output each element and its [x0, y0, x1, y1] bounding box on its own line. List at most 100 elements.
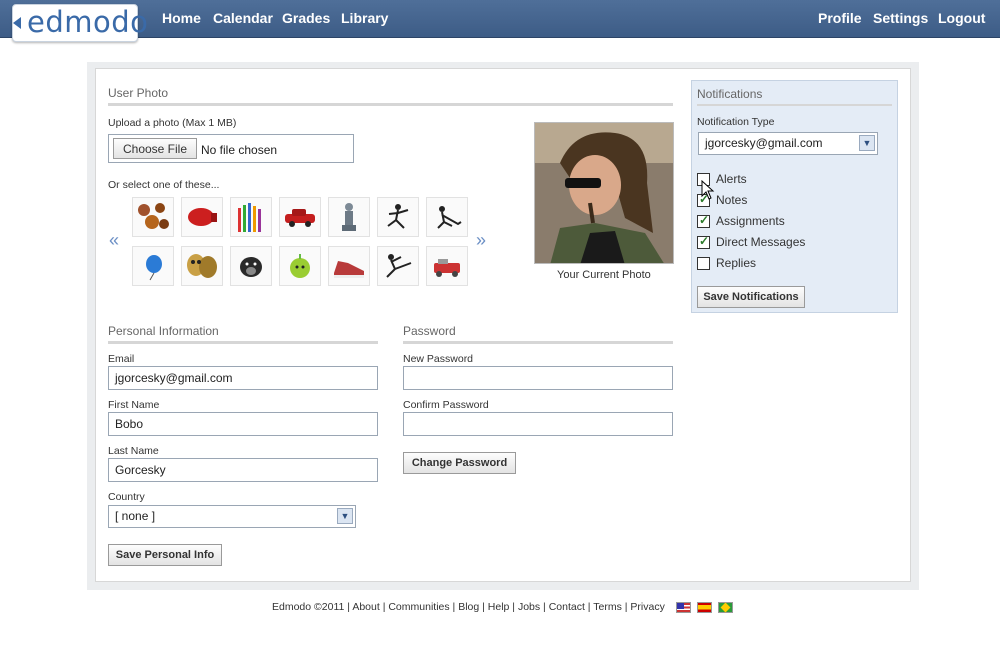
notifications-title: Notifications — [697, 87, 763, 101]
new-password-field[interactable] — [403, 366, 673, 390]
logo-text: edmodo — [27, 5, 149, 39]
dancer-icon — [387, 204, 409, 229]
footer: Edmodo ©2011 | About | Communities | Blo… — [272, 601, 665, 613]
robot-icon — [434, 259, 460, 277]
save-personal-info-button[interactable]: Save Personal Info — [108, 544, 222, 566]
footer-link-terms[interactable]: Terms — [593, 601, 622, 613]
edmodo-logo[interactable]: edmodo — [12, 4, 148, 42]
balloon-icon — [146, 255, 162, 281]
notification-type-value: jgorcesky@gmail.com — [705, 136, 823, 150]
chevron-down-icon[interactable]: ▼ — [337, 508, 353, 524]
footer-link-jobs[interactable]: Jobs — [518, 601, 540, 613]
avatar-karate-icon[interactable] — [377, 246, 419, 286]
spain-flag-icon[interactable] — [697, 602, 712, 613]
sneakers-icon — [334, 261, 364, 278]
footer-link-contact[interactable]: Contact — [549, 601, 585, 613]
pencils-icon — [238, 203, 261, 232]
current-photo-image — [535, 123, 673, 263]
avatar-pencils-icon[interactable] — [230, 197, 272, 237]
notification-type-label: Notification Type — [697, 116, 775, 128]
checkmark-icon: ✓ — [699, 213, 710, 227]
notifications-divider — [697, 104, 892, 106]
replies-checkbox[interactable] — [697, 257, 710, 270]
us-flag-icon[interactable] — [676, 602, 691, 613]
notification-type-select[interactable]: jgorcesky@gmail.com ▼ — [698, 132, 878, 155]
karate-icon — [386, 254, 412, 278]
change-password-button[interactable]: Change Password — [403, 452, 516, 474]
chevron-down-icon[interactable]: ▼ — [859, 135, 875, 151]
apple-icon — [290, 254, 310, 278]
current-photo — [534, 122, 674, 264]
nav-logout[interactable]: Logout — [938, 10, 985, 26]
dog-icon — [240, 257, 262, 277]
user-photo-title: User Photo — [108, 86, 169, 100]
avatar-robot-icon[interactable] — [426, 246, 468, 286]
footer-link-about[interactable]: About — [352, 601, 379, 613]
avatar-dancer-icon[interactable] — [377, 197, 419, 237]
nav-settings[interactable]: Settings — [873, 10, 928, 26]
avatar-balloon-icon[interactable] — [132, 246, 174, 286]
nav-calendar[interactable]: Calendar — [213, 10, 273, 26]
direct-messages-checkbox[interactable]: ✓ — [697, 234, 710, 249]
footer-link-privacy[interactable]: Privacy — [630, 601, 664, 613]
footer-copyright: Edmodo ©2011 — [272, 601, 345, 613]
footer-link-help[interactable]: Help — [488, 601, 510, 613]
red-car-icon — [285, 209, 315, 227]
notes-label: Notes — [716, 193, 748, 207]
alerts-label: Alerts — [716, 172, 747, 186]
footer-link-communities[interactable]: Communities — [388, 601, 449, 613]
confirm-password-field[interactable] — [403, 412, 673, 436]
avatar-boxing-glove-icon[interactable] — [181, 197, 223, 237]
avatar-prev-arrow-icon[interactable]: « — [109, 230, 119, 251]
upload-photo-label: Upload a photo (Max 1 MB) — [108, 117, 237, 129]
avatar-theater-masks-icon[interactable] — [181, 246, 223, 286]
country-select[interactable]: [ none ] ▼ — [108, 505, 356, 528]
nav-grades[interactable]: Grades — [282, 10, 330, 26]
avatar-red-car-icon[interactable] — [279, 197, 321, 237]
brazil-flag-icon[interactable] — [718, 602, 733, 613]
user-photo-divider — [108, 103, 673, 106]
logo-arrow-icon — [13, 17, 21, 29]
save-notifications-button[interactable]: Save Notifications — [697, 286, 805, 308]
current-photo-caption: Your Current Photo — [557, 269, 651, 281]
last-name-field[interactable]: Gorcesky — [108, 458, 378, 482]
nav-profile[interactable]: Profile — [818, 10, 862, 26]
avatar-dog-icon[interactable] — [230, 246, 272, 286]
file-status-text: No file chosen — [201, 143, 278, 157]
choose-file-button[interactable]: Choose File — [113, 138, 197, 159]
assignments-checkbox[interactable]: ✓ — [697, 213, 710, 228]
last-name-label: Last Name — [108, 445, 159, 457]
personal-info-title: Personal Information — [108, 324, 219, 338]
top-navigation-bar: edmodo Home Calendar Grades Library Prof… — [0, 0, 1000, 42]
avatar-sneakers-icon[interactable] — [328, 246, 370, 286]
hockey-icon — [437, 206, 462, 229]
country-select-value: [ none ] — [115, 509, 156, 523]
cookies-icon — [138, 203, 169, 229]
checkmark-icon: ✓ — [699, 234, 710, 248]
footer-link-blog[interactable]: Blog — [458, 601, 479, 613]
email-label: Email — [108, 353, 135, 365]
nav-home[interactable]: Home — [162, 10, 201, 26]
statue-icon — [342, 203, 356, 231]
password-divider — [403, 341, 673, 344]
avatar-statue-icon[interactable] — [328, 197, 370, 237]
file-upload-field[interactable]: Choose File No file chosen — [108, 134, 354, 163]
nav-library[interactable]: Library — [341, 10, 388, 26]
password-title: Password — [403, 324, 456, 338]
personal-info-divider — [108, 341, 378, 344]
first-name-label: First Name — [108, 399, 160, 411]
avatar-apple-icon[interactable] — [279, 246, 321, 286]
avatar-hockey-icon[interactable] — [426, 197, 468, 237]
avatar-next-arrow-icon[interactable]: » — [476, 230, 486, 251]
confirm-password-label: Confirm Password — [403, 399, 489, 411]
first-name-field[interactable]: Bobo — [108, 412, 378, 436]
direct-messages-label: Direct Messages — [716, 235, 806, 249]
select-avatar-label: Or select one of these... — [108, 179, 220, 191]
boxing-glove-icon — [188, 208, 217, 226]
mouse-cursor-icon — [701, 180, 715, 200]
email-field[interactable]: jgorcesky@gmail.com — [108, 366, 378, 390]
theater-masks-icon — [187, 254, 217, 278]
assignments-label: Assignments — [716, 214, 785, 228]
replies-label: Replies — [716, 256, 757, 270]
avatar-cookies-icon[interactable] — [132, 197, 174, 237]
